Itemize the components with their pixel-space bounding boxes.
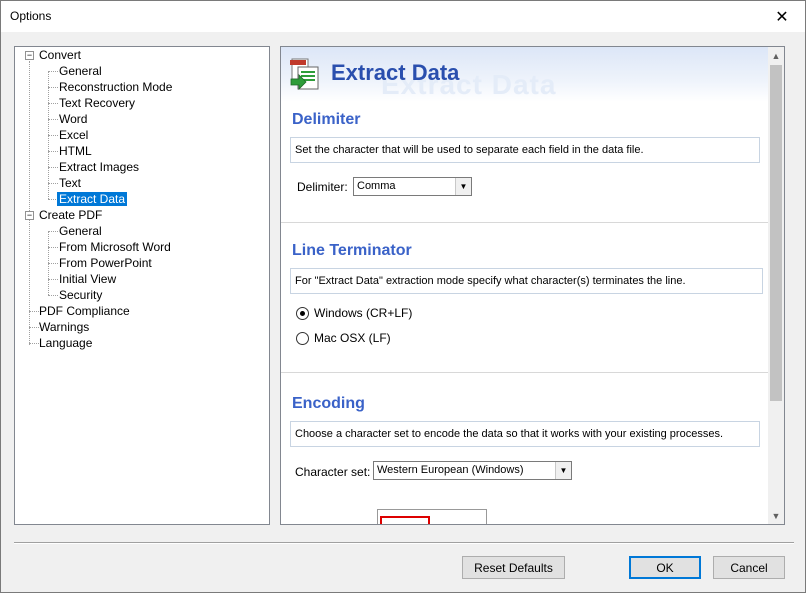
tree-item-convert-general[interactable]: General — [57, 63, 104, 79]
window-title: Options — [10, 9, 52, 23]
footer-divider — [14, 542, 794, 544]
delimiter-heading: Delimiter — [292, 111, 361, 128]
tree-item-label: Extract Data — [57, 192, 128, 206]
tree-item-label: Convert — [39, 48, 82, 62]
section-divider — [281, 222, 770, 223]
delimiter-label: Delimiter: — [297, 180, 348, 194]
cancel-button[interactable]: Cancel — [713, 556, 785, 579]
tree-line — [29, 61, 30, 345]
tree-item-label: Text — [59, 176, 82, 190]
radio-button[interactable] — [296, 331, 309, 345]
tree-item-reconstruction-mode[interactable]: Reconstruction Mode — [57, 79, 174, 95]
panel-header: Extract Data Extract Data — [281, 47, 770, 102]
scroll-down-icon[interactable]: ▼ — [768, 507, 784, 524]
tree-item-from-word[interactable]: From Microsoft Word — [57, 239, 173, 255]
radio-windows-crlf[interactable]: Windows (CR+LF) — [296, 305, 412, 321]
options-tree: − Convert General Reconstruction Mode Te… — [14, 46, 270, 525]
collapse-icon[interactable]: − — [25, 51, 34, 60]
settings-panel: Extract Data Extract Data Delimiter Set … — [280, 46, 785, 525]
encoding-heading: Encoding — [292, 395, 365, 412]
tree-item-label: Reconstruction Mode — [59, 80, 173, 94]
tree-item-label: HTML — [59, 144, 92, 158]
tree-item-excel[interactable]: Excel — [57, 127, 90, 143]
tree-item-create-pdf[interactable]: Create PDF — [37, 207, 104, 223]
character-set-select[interactable]: Western European (Windows) ▼ — [373, 461, 572, 480]
character-set-value: Western European (Windows) — [377, 464, 524, 476]
delimiter-select[interactable]: Comma ▼ — [353, 177, 472, 196]
tree-item-warnings[interactable]: Warnings — [37, 319, 91, 335]
reset-defaults-button[interactable]: Reset Defaults — [462, 556, 565, 579]
preview-highlight — [380, 516, 430, 524]
tree-item-from-powerpoint[interactable]: From PowerPoint — [57, 255, 154, 271]
tree-item-text-recovery[interactable]: Text Recovery — [57, 95, 137, 111]
tree-item-label: Create PDF — [39, 208, 103, 222]
chevron-down-icon: ▼ — [555, 462, 571, 479]
tree-item-label: Warnings — [39, 320, 90, 334]
tree-item-label: General — [59, 224, 102, 238]
options-dialog: Options ✕ − Convert General Reconstructi… — [0, 0, 806, 593]
close-button[interactable]: ✕ — [759, 1, 805, 32]
radio-label: Windows (CR+LF) — [314, 306, 413, 320]
vertical-scrollbar[interactable]: ▲ ▼ — [768, 47, 784, 524]
line-terminator-heading: Line Terminator — [292, 242, 412, 259]
radio-label: Mac OSX (LF) — [314, 331, 391, 345]
tree-item-label: Language — [39, 336, 93, 350]
delimiter-value: Comma — [357, 180, 396, 192]
radio-button-checked[interactable] — [296, 306, 309, 320]
chevron-down-icon: ▼ — [455, 178, 471, 195]
tree-item-word[interactable]: Word — [57, 111, 89, 127]
tree-item-pdf-compliance[interactable]: PDF Compliance — [37, 303, 132, 319]
tree-item-create-general[interactable]: General — [57, 223, 104, 239]
radio-mac-lf[interactable]: Mac OSX (LF) — [296, 330, 391, 346]
tree-item-label: Extract Images — [59, 160, 140, 174]
tree-item-initial-view[interactable]: Initial View — [57, 271, 118, 287]
tree-item-label: General — [59, 64, 102, 78]
tree-item-label: Initial View — [59, 272, 117, 286]
panel-title: Extract Data — [331, 60, 460, 85]
tree-item-language[interactable]: Language — [37, 335, 94, 351]
section-divider — [281, 372, 770, 373]
scroll-up-icon[interactable]: ▲ — [768, 47, 784, 64]
tree-item-label: Word — [59, 112, 88, 126]
delimiter-description: Set the character that will be used to s… — [290, 137, 760, 163]
encoding-preview-image — [377, 509, 487, 524]
encoding-description: Choose a character set to encode the dat… — [290, 421, 760, 447]
line-terminator-description: For "Extract Data" extraction mode speci… — [290, 268, 763, 294]
tree-item-label: Text Recovery — [59, 96, 136, 110]
tree-item-extract-data[interactable]: Extract Data — [57, 191, 128, 207]
tree-item-label: From Microsoft Word — [59, 240, 171, 254]
tree-item-label: Security — [59, 288, 103, 302]
tree-item-label: PDF Compliance — [39, 304, 130, 318]
tree-item-label: Excel — [59, 128, 89, 142]
character-set-label: Character set: — [295, 465, 371, 479]
tree-item-label: From PowerPoint — [59, 256, 152, 270]
tree-item-text[interactable]: Text — [57, 175, 83, 191]
tree-item-convert[interactable]: Convert — [37, 47, 83, 63]
tree-item-html[interactable]: HTML — [57, 143, 94, 159]
tree-item-extract-images[interactable]: Extract Images — [57, 159, 141, 175]
ok-button[interactable]: OK — [629, 556, 701, 579]
close-icon: ✕ — [775, 8, 789, 26]
collapse-icon[interactable]: − — [25, 211, 34, 220]
scroll-thumb[interactable] — [770, 65, 782, 401]
title-bar: Options ✕ — [1, 1, 805, 32]
extract-data-icon — [290, 58, 319, 90]
tree-item-security[interactable]: Security — [57, 287, 104, 303]
